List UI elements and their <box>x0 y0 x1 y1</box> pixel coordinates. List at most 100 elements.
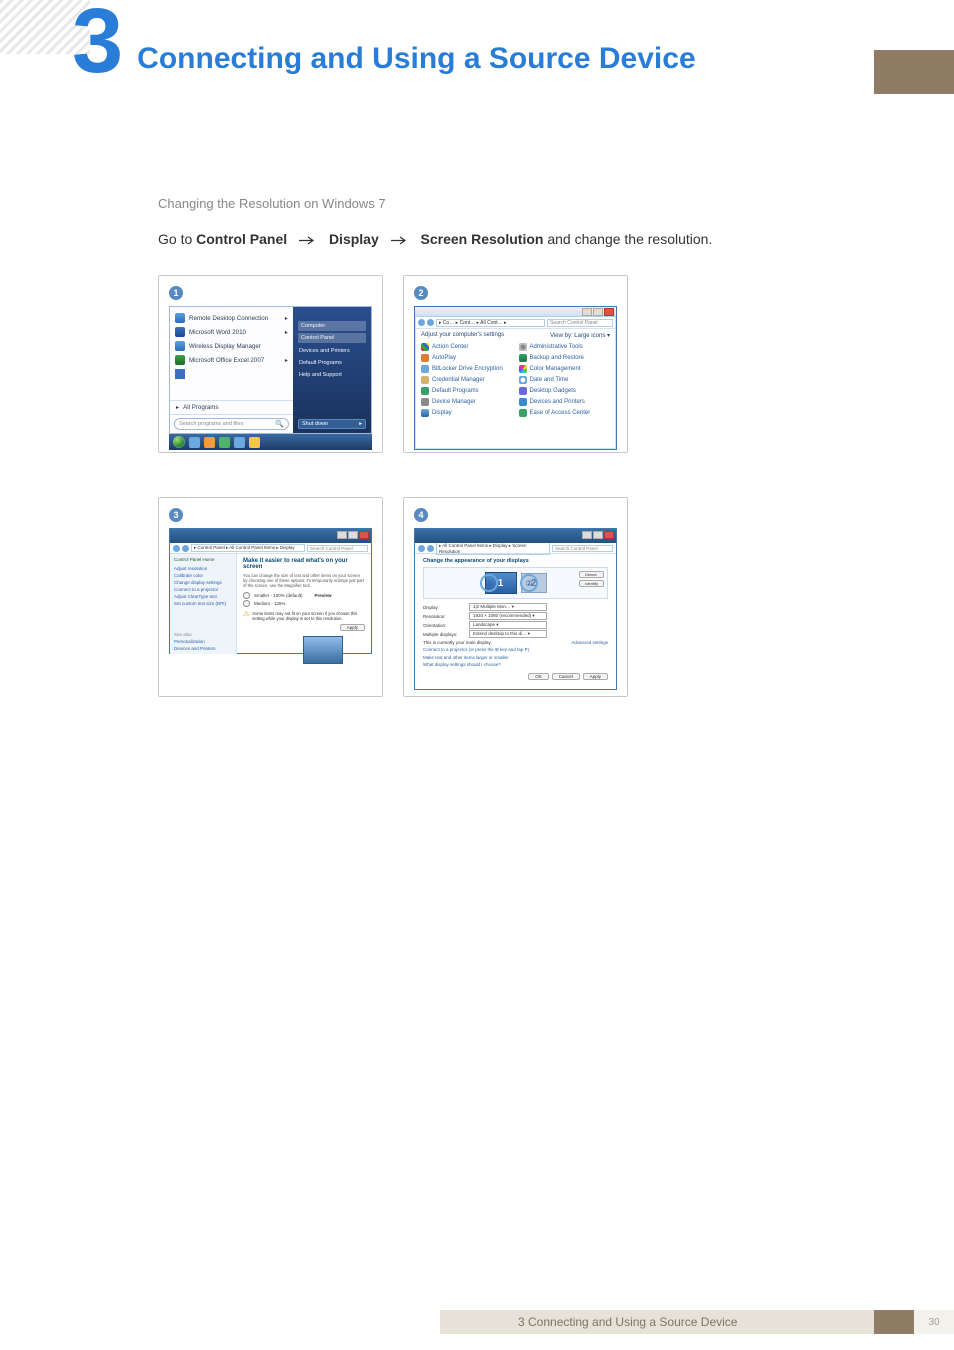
help-link[interactable]: What display settings should I choose? <box>423 662 501 667</box>
identify-button[interactable]: Identify <box>579 580 604 587</box>
maximize-icon[interactable] <box>593 308 603 316</box>
cp-viewby[interactable]: View by: Large icons ▾ <box>550 332 610 339</box>
sidebar-link[interactable]: Adjust resolution <box>174 566 232 571</box>
apply-button[interactable]: Apply <box>340 624 365 631</box>
breadcrumb[interactable]: ▸ Control Panel ▸ All Control Panel Item… <box>191 544 305 552</box>
taskbar-icon[interactable] <box>219 437 230 448</box>
cp-item[interactable]: BitLocker Drive Encryption <box>421 364 513 374</box>
advanced-link[interactable]: Advanced settings <box>571 640 608 645</box>
nav-fwd-icon[interactable] <box>427 319 434 326</box>
textsize-link[interactable]: Make text and other items larger or smal… <box>423 655 509 660</box>
taskbar <box>169 434 372 450</box>
taskbar-icon[interactable] <box>204 437 215 448</box>
cp-item[interactable]: AutoPlay <box>421 353 513 363</box>
taskbar-icon[interactable] <box>234 437 245 448</box>
start-menu: Remote Desktop Connection▸ Microsoft Wor… <box>169 306 372 434</box>
start-menu-item[interactable]: Microsoft Office Excel 2007▸ <box>170 353 293 367</box>
control-panel-window: ▸ Co… ▸ Cont… ▸ All Cont… ▸ Search Contr… <box>414 306 617 450</box>
taskbar-icon[interactable] <box>249 437 260 448</box>
apply-button[interactable]: Apply <box>583 673 608 680</box>
play-icon <box>421 354 429 362</box>
cp-item[interactable]: Devices and Printers <box>519 397 611 407</box>
cp-item[interactable]: Display <box>421 408 513 418</box>
cp-item[interactable]: Color Management <box>519 364 611 374</box>
instruction-step1: Control Panel <box>196 231 287 247</box>
sidebar-link[interactable]: Calibrate color <box>174 573 232 578</box>
detect-button[interactable]: Detect <box>579 571 604 578</box>
cp-item[interactable]: Action Center <box>421 342 513 352</box>
nav-back-icon[interactable] <box>173 545 180 552</box>
radio-icon <box>243 592 250 599</box>
sm-right-item[interactable]: Default Programs <box>298 357 366 369</box>
start-menu-item[interactable]: Wireless Display Manager <box>170 339 293 353</box>
cp-item[interactable]: Credential Manager <box>421 375 513 385</box>
taskbar-icon[interactable] <box>189 437 200 448</box>
cp-item[interactable]: Backup and Restore <box>519 353 611 363</box>
cp-item[interactable]: Device Manager <box>421 397 513 407</box>
nav-fwd-icon[interactable] <box>182 545 189 552</box>
cp-adjust-label: Adjust your computer's settings <box>421 332 504 339</box>
instruction-suffix: and change the resolution. <box>547 231 712 247</box>
multi-select[interactable]: Extend desktop to this di… ▾ <box>469 630 547 638</box>
search-input[interactable]: Search Control Panel <box>552 545 613 552</box>
orientation-select[interactable]: Landscape ▾ <box>469 621 547 629</box>
id-icon <box>421 376 429 384</box>
warning: ⚠Some items may not fit on your screen i… <box>243 611 365 621</box>
cancel-button[interactable]: Cancel <box>552 673 580 680</box>
search-icon: 🔍 <box>275 420 284 428</box>
sm-right-item[interactable]: Control Panel <box>298 333 366 343</box>
search-input[interactable]: Search Control Panel <box>547 319 613 327</box>
close-icon[interactable] <box>604 308 614 316</box>
search-input[interactable]: Search programs and files🔍 <box>174 418 289 430</box>
chevron-right-icon: ▸ <box>359 421 362 427</box>
printer-icon <box>519 398 527 406</box>
ok-button[interactable]: OK <box>528 673 549 680</box>
sidebar-link[interactable]: Change display settings <box>174 580 232 585</box>
all-programs[interactable]: ▸All Programs <box>170 400 293 414</box>
sm-right-item[interactable]: Computer <box>298 321 366 331</box>
start-menu-item[interactable]: Remote Desktop Connection▸ <box>170 311 293 325</box>
cp-item[interactable]: Ease of Access Center <box>519 408 611 418</box>
address-bar: ▸ All Control Panel Items ▸ Display ▸ Sc… <box>415 543 616 554</box>
resolution-select[interactable]: 1920 × 1080 (recommended) ▾ <box>469 612 547 620</box>
display-desc: You can change the size of text and othe… <box>243 573 365 588</box>
app-icon <box>175 355 185 365</box>
sm-right-item[interactable]: Help and Support <box>298 369 366 381</box>
nav-fwd-icon[interactable] <box>427 545 434 552</box>
shutdown-button[interactable]: Shut down▸ <box>298 419 366 429</box>
start-menu-item[interactable] <box>170 367 293 381</box>
maximize-icon[interactable] <box>593 531 603 539</box>
page-content: Changing the Resolution on Windows 7 Go … <box>158 196 838 697</box>
display-select[interactable]: 1|2 Multiple Mon… ▾ <box>469 603 547 611</box>
search-input[interactable]: Search Control Panel <box>307 545 368 552</box>
size-option[interactable]: Smaller - 100% (default)Preview <box>243 592 365 599</box>
resolution-window: ▸ All Control Panel Items ▸ Display ▸ Sc… <box>414 528 617 690</box>
cp-item[interactable]: Date and Time <box>519 375 611 385</box>
minimize-icon[interactable] <box>337 531 347 539</box>
start-menu-left: Remote Desktop Connection▸ Microsoft Wor… <box>170 307 293 433</box>
minimize-icon[interactable] <box>582 531 592 539</box>
sidebar-link[interactable]: Adjust ClearType text <box>174 594 232 599</box>
breadcrumb[interactable]: ▸ Co… ▸ Cont… ▸ All Cont… ▸ <box>436 319 545 327</box>
close-icon[interactable] <box>604 531 614 539</box>
breadcrumb[interactable]: ▸ All Control Panel Items ▸ Display ▸ Sc… <box>436 542 550 555</box>
sidebar-link[interactable]: Connect to a projector <box>174 587 232 592</box>
close-icon[interactable] <box>359 531 369 539</box>
nav-back-icon[interactable] <box>418 319 425 326</box>
cp-item[interactable]: Administrative Tools <box>519 342 611 352</box>
nav-back-icon[interactable] <box>418 545 425 552</box>
monitor-layout[interactable]: 1 2 ① ② Detect Identify <box>423 567 608 599</box>
sidebar-link[interactable]: Set custom text size (DPI) <box>174 601 232 606</box>
start-menu-item[interactable]: Microsoft Word 2010▸ <box>170 325 293 339</box>
projector-link[interactable]: Connect to a projector (or press the ⊞ k… <box>423 647 529 652</box>
maximize-icon[interactable] <box>348 531 358 539</box>
step-badge: 4 <box>414 508 428 522</box>
start-orb-icon[interactable] <box>173 436 185 448</box>
minimize-icon[interactable] <box>582 308 592 316</box>
sidebar-link[interactable]: Personalization <box>174 639 232 644</box>
sidebar-link[interactable]: Devices and Printers <box>174 646 232 651</box>
cp-item[interactable]: Desktop Gadgets <box>519 386 611 396</box>
cp-item[interactable]: Default Programs <box>421 386 513 396</box>
size-option[interactable]: Medium - 125% <box>243 600 365 607</box>
sm-right-item[interactable]: Devices and Printers <box>298 345 366 357</box>
